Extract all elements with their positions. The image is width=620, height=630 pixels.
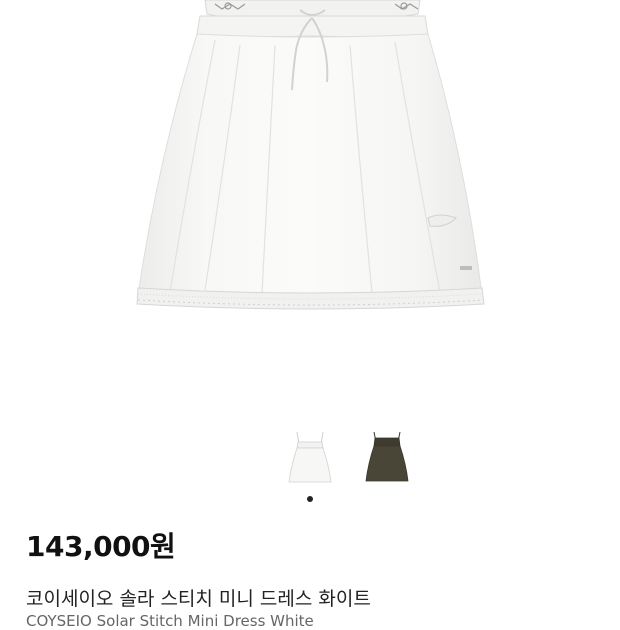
product-title: 코이세이오 솔라 스티치 미니 드레스 화이트 [26, 588, 371, 610]
pagination-dot-active[interactable] [307, 496, 313, 502]
carousel-pagination [0, 496, 620, 504]
thumbnail-white-dress[interactable] [287, 430, 333, 486]
white-dress-thumbnail-image [288, 431, 332, 483]
product-price: 143,000원 [26, 530, 176, 563]
dress-image [136, 0, 485, 310]
thumbnail-olive-dress[interactable] [364, 430, 410, 486]
thumbnail-strip [0, 430, 620, 486]
product-title-english: COYSEIO Solar Stitch Mini Dress White [26, 612, 314, 630]
olive-dress-thumbnail-image [365, 431, 409, 482]
product-main-image[interactable] [0, 0, 620, 420]
